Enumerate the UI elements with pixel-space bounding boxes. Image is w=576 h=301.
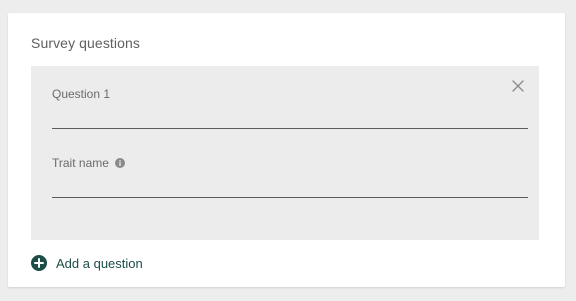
add-question-label: Add a question — [56, 255, 143, 271]
plus-circle-icon — [31, 255, 47, 271]
question-label-text: Question 1 — [52, 86, 111, 101]
question-label: Question 1 — [52, 86, 528, 101]
question-block: Question 1 Trait name — [31, 66, 539, 240]
card-title: Survey questions — [31, 35, 140, 51]
question-field: Question 1 — [52, 86, 528, 129]
survey-card: Survey questions Question 1 Trait name A… — [8, 13, 565, 287]
add-question-button[interactable]: Add a question — [31, 255, 143, 271]
trait-name-input[interactable] — [52, 177, 528, 198]
question-input[interactable] — [52, 108, 528, 129]
trait-name-label: Trait name — [52, 155, 528, 170]
trait-name-field: Trait name — [52, 155, 528, 198]
trait-name-label-text: Trait name — [52, 155, 109, 170]
info-icon[interactable] — [114, 157, 125, 168]
